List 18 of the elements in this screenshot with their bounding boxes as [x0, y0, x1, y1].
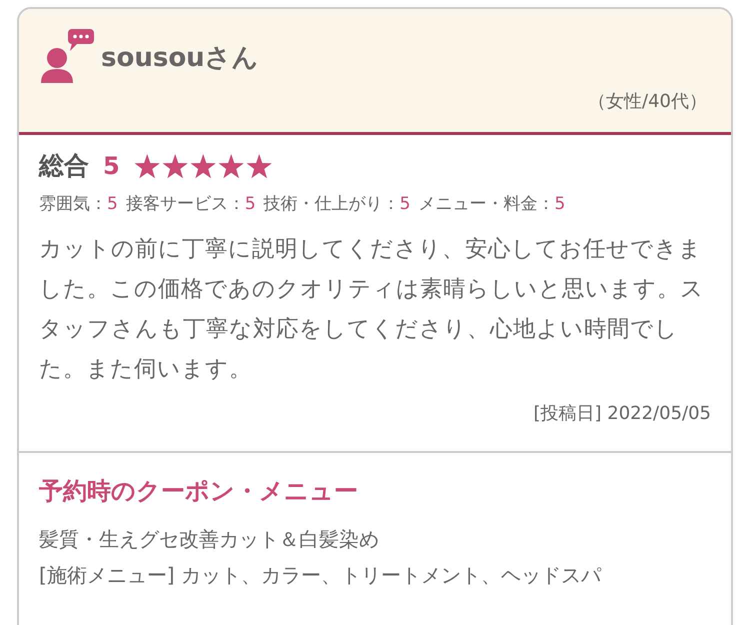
coupon-name: 髪質・生えグセ改善カット＆白髪染め: [39, 526, 380, 553]
reviewer-name: sousouさん: [101, 42, 259, 74]
review-text: カットの前に丁寧に説明してくださり、安心してお任せできました。この価格であのクオリティは素晴らしいと思います。スタッフさんも丁寧な対応をしてくださり、心地よい時間でした。また伺います。: [39, 235, 705, 384]
overall-score: 5: [103, 152, 120, 180]
rating-label: 雰囲気：: [39, 194, 107, 214]
reviewer-profile: （女性/40代）: [587, 90, 707, 113]
coupon-heading: 予約時のクーポン・メニュー: [39, 476, 359, 507]
rating-label: 接客サービス：: [126, 194, 245, 214]
reviewer-speech-icon: [39, 27, 95, 83]
rating-value: 5: [400, 194, 410, 214]
coupon-menu: [施術メニュー] カット、カラー、トリートメント、ヘッドスパ: [39, 557, 711, 593]
rating-label: 技術・仕上がり：: [264, 194, 400, 214]
rating-label: メニュー・料金：: [418, 194, 554, 214]
overall-label: 総合: [39, 150, 89, 182]
rating-value: 5: [107, 194, 118, 214]
post-date: [投稿日] 2022/05/05: [533, 402, 711, 425]
rating-value: 5: [244, 194, 256, 214]
rating-value: 5: [554, 194, 566, 214]
